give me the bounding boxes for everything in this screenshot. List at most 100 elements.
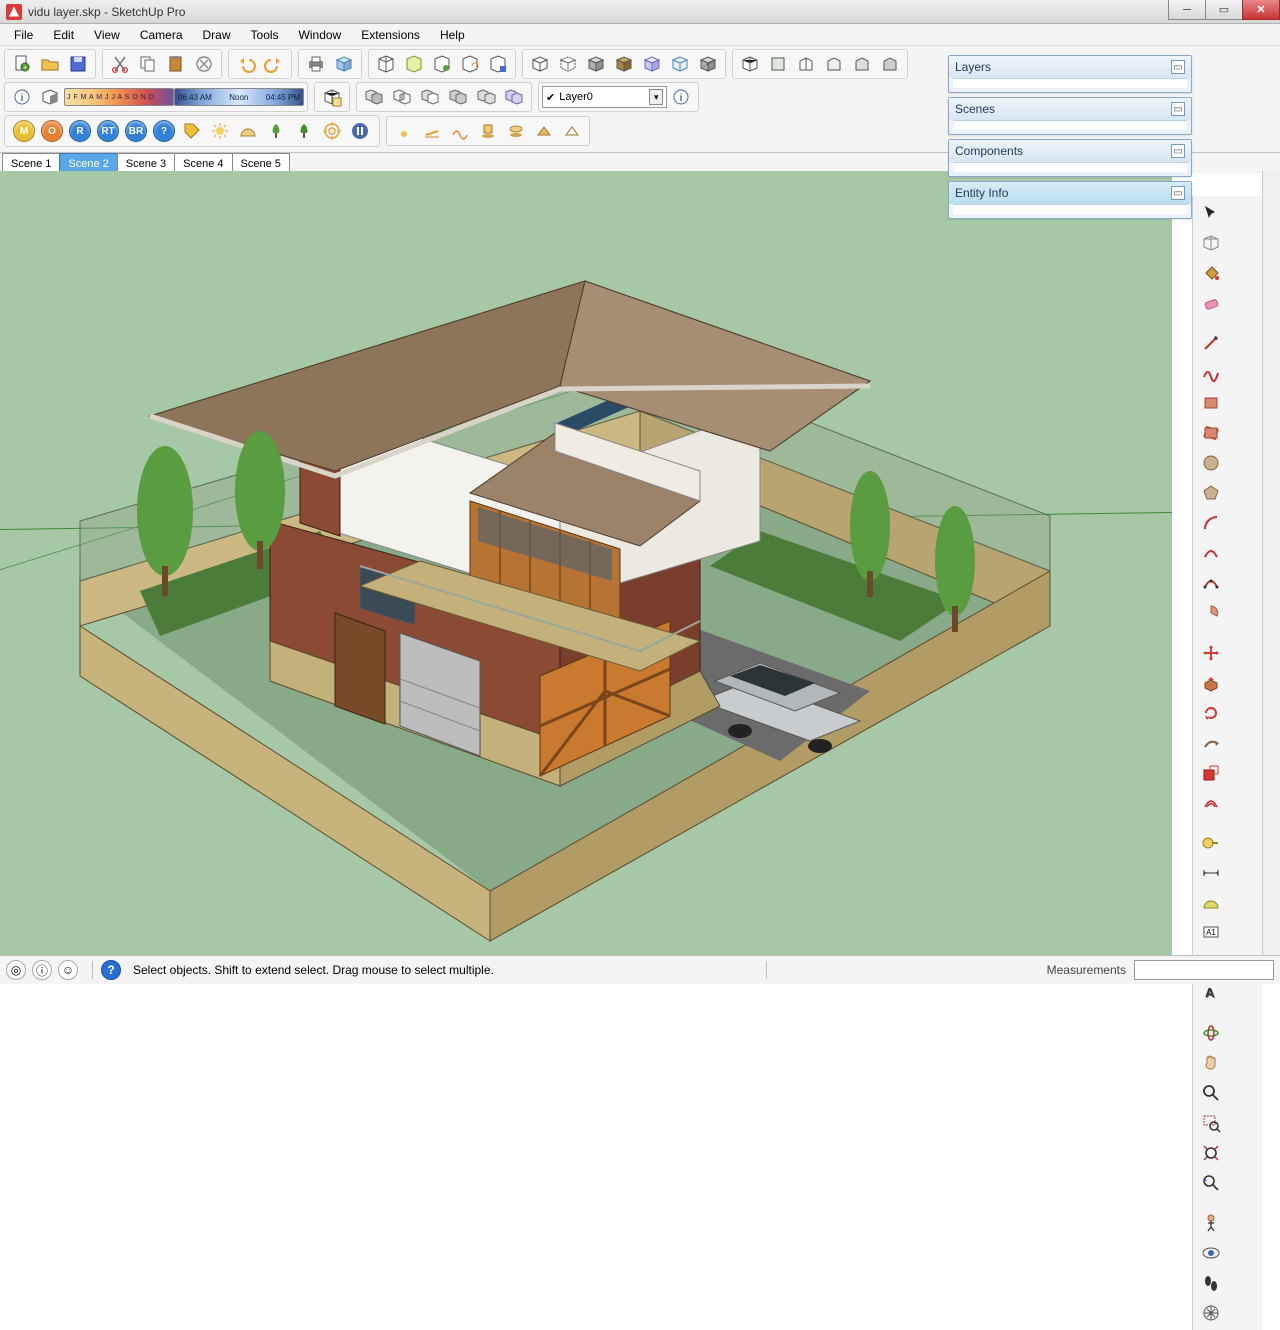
save-file-icon[interactable]	[65, 52, 91, 76]
view-top-icon[interactable]	[765, 52, 791, 76]
vray-dome-icon[interactable]	[235, 119, 261, 143]
component-reload-icon[interactable]	[457, 52, 483, 76]
walk-tool-icon[interactable]	[1196, 1269, 1226, 1297]
text-tool-icon[interactable]: A1	[1196, 919, 1226, 947]
layers-panel[interactable]: Layers▭	[948, 55, 1192, 93]
window-maximize-button[interactable]: ▭	[1205, 0, 1243, 20]
vray-help-button[interactable]: ?	[153, 120, 175, 142]
vray-rt-button[interactable]: RT	[97, 120, 119, 142]
layer-dropdown[interactable]: ✔ Layer0 ▾	[542, 86, 667, 108]
style-xray-icon[interactable]	[667, 52, 693, 76]
sandbox-flip-icon[interactable]	[559, 119, 585, 143]
style-backedges-icon[interactable]	[695, 52, 721, 76]
menu-window[interactable]: Window	[289, 26, 352, 44]
outliner-icon[interactable]	[319, 85, 345, 109]
orbit-tool-icon[interactable]	[1196, 1019, 1226, 1047]
model-info-icon[interactable]	[331, 52, 357, 76]
paste-icon[interactable]	[163, 52, 189, 76]
geo-location-icon[interactable]: ◎	[6, 960, 26, 980]
offset-tool-icon[interactable]	[1196, 789, 1226, 817]
scene-tab-4[interactable]: Scene 4	[174, 153, 232, 173]
viewport-scrollbar[interactable]	[1262, 171, 1280, 955]
open-file-icon[interactable]	[37, 52, 63, 76]
window-close-button[interactable]: ✕	[1242, 0, 1280, 20]
component-edit-icon[interactable]	[429, 52, 455, 76]
solid-outer-icon[interactable]	[501, 85, 527, 109]
arc-tool-icon[interactable]	[1196, 509, 1226, 537]
solid-subtract-icon[interactable]	[417, 85, 443, 109]
sandbox-drape-icon[interactable]	[503, 119, 529, 143]
delete-icon[interactable]	[191, 52, 217, 76]
rotate-tool-icon[interactable]	[1196, 699, 1226, 727]
components-panel[interactable]: Components▭	[948, 139, 1192, 177]
pan-tool-icon[interactable]	[1196, 1049, 1226, 1077]
rotated-rect-tool-icon[interactable]	[1196, 419, 1226, 447]
style-hidden-icon[interactable]	[555, 52, 581, 76]
entity-info-panel[interactable]: Entity Info▭	[948, 181, 1192, 219]
vray-tree1-icon[interactable]	[263, 119, 289, 143]
menu-tools[interactable]: Tools	[241, 26, 289, 44]
scene-tab-1[interactable]: Scene 1	[2, 153, 60, 173]
freehand-tool-icon[interactable]	[1196, 359, 1226, 387]
vray-r-button[interactable]: R	[69, 120, 91, 142]
vray-tag-icon[interactable]	[179, 119, 205, 143]
panel-collapse-icon[interactable]: ▭	[1171, 60, 1185, 74]
menu-help[interactable]: Help	[430, 26, 475, 44]
vray-tree2-icon[interactable]	[291, 119, 317, 143]
shadow-toggle-icon[interactable]	[37, 85, 63, 109]
menu-edit[interactable]: Edit	[43, 26, 84, 44]
undo-icon[interactable]	[233, 52, 259, 76]
copy-icon[interactable]	[135, 52, 161, 76]
shadow-info-icon[interactable]: i	[9, 85, 35, 109]
view-left-icon[interactable]	[877, 52, 903, 76]
dimension-tool-icon[interactable]	[1196, 859, 1226, 887]
credits-icon[interactable]: ⓘ	[32, 960, 52, 980]
tape-tool-icon[interactable]	[1196, 829, 1226, 857]
2pt-arc-tool-icon[interactable]	[1196, 539, 1226, 567]
menu-camera[interactable]: Camera	[130, 26, 193, 44]
circle-tool-icon[interactable]	[1196, 449, 1226, 477]
vray-sun-icon[interactable]	[207, 119, 233, 143]
menu-draw[interactable]: Draw	[193, 26, 241, 44]
model-viewport[interactable]	[0, 171, 1172, 955]
pushpull-tool-icon[interactable]	[1196, 669, 1226, 697]
shadow-time-slider[interactable]: 06:43 AMNoon04:45 PM	[174, 88, 304, 106]
style-wire-icon[interactable]	[527, 52, 553, 76]
look-around-icon[interactable]	[1196, 1239, 1226, 1267]
vray-br-button[interactable]: BR	[125, 120, 147, 142]
position-camera-icon[interactable]	[1196, 1209, 1226, 1237]
sandbox-smoove-icon[interactable]	[447, 119, 473, 143]
eraser-icon[interactable]	[1196, 289, 1226, 317]
sandbox-scratch-icon[interactable]	[419, 119, 445, 143]
window-minimize-button[interactable]: ─	[1168, 0, 1206, 20]
vray-pause-icon[interactable]	[347, 119, 373, 143]
zoom-extents-icon[interactable]	[1196, 1139, 1226, 1167]
section-plane-icon[interactable]	[1196, 1299, 1226, 1327]
paint-bucket-icon[interactable]	[1196, 259, 1226, 287]
measurements-input[interactable]	[1134, 960, 1274, 980]
scenes-panel[interactable]: Scenes▭	[948, 97, 1192, 135]
vray-o-button[interactable]: O	[41, 120, 63, 142]
style-mono-icon[interactable]	[639, 52, 665, 76]
make-group-icon[interactable]	[401, 52, 427, 76]
vray-m-button[interactable]: M	[13, 120, 35, 142]
redo-icon[interactable]	[261, 52, 287, 76]
new-file-icon[interactable]: +	[9, 52, 35, 76]
menu-extensions[interactable]: Extensions	[351, 26, 430, 44]
panel-collapse-icon[interactable]: ▭	[1171, 102, 1185, 116]
view-right-icon[interactable]	[821, 52, 847, 76]
panel-collapse-icon[interactable]: ▭	[1171, 186, 1185, 200]
claim-credit-icon[interactable]: ☺	[58, 960, 78, 980]
sandbox-stamp-icon[interactable]	[475, 119, 501, 143]
scene-tab-5[interactable]: Scene 5	[232, 153, 290, 173]
scene-tab-3[interactable]: Scene 3	[117, 153, 175, 173]
component-saveas-icon[interactable]	[485, 52, 511, 76]
pie-tool-icon[interactable]	[1196, 599, 1226, 627]
select-tool-icon[interactable]	[1196, 199, 1226, 227]
zoom-window-icon[interactable]	[1196, 1109, 1226, 1137]
print-icon[interactable]	[303, 52, 329, 76]
zoom-tool-icon[interactable]	[1196, 1079, 1226, 1107]
move-tool-icon[interactable]	[1196, 639, 1226, 667]
menu-file[interactable]: File	[4, 26, 43, 44]
protractor-tool-icon[interactable]	[1196, 889, 1226, 917]
